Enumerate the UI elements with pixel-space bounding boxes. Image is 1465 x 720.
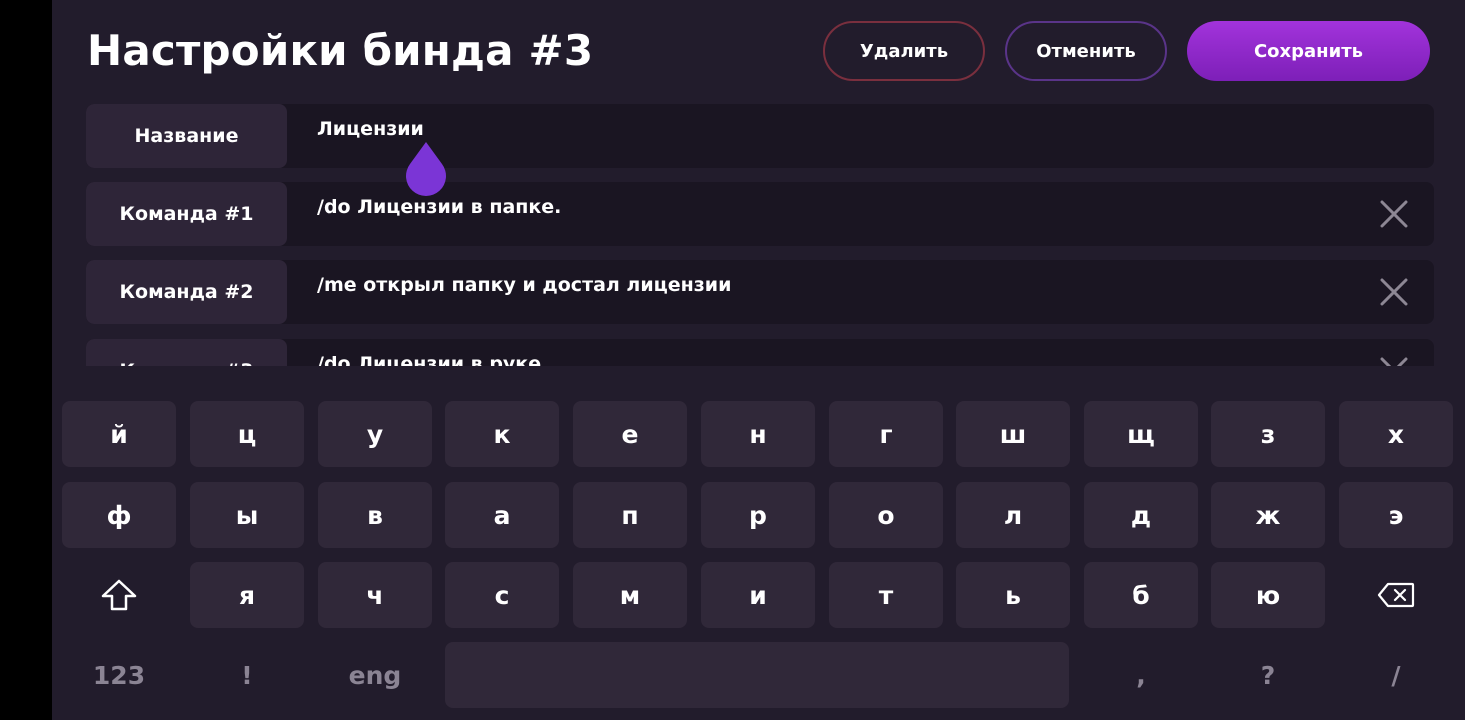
key-т[interactable]: т bbox=[829, 562, 943, 628]
name-field-row[interactable]: Название Лицензии bbox=[86, 104, 1434, 168]
key-з[interactable]: з bbox=[1211, 401, 1325, 467]
key-ю[interactable]: ю bbox=[1211, 562, 1325, 628]
key-м[interactable]: м bbox=[573, 562, 687, 628]
key-и[interactable]: и bbox=[701, 562, 815, 628]
command-2-label: Команда #2 bbox=[86, 260, 287, 324]
delete-button[interactable]: Удалить bbox=[823, 21, 985, 81]
command-row-2[interactable]: Команда #2 /me открыл папку и достал лиц… bbox=[86, 260, 1434, 324]
language-switch-key[interactable]: eng bbox=[318, 642, 432, 708]
bind-fields-list[interactable]: Название Лицензии Команда #1 /do Лицензи… bbox=[86, 104, 1434, 366]
name-field-label: Название bbox=[86, 104, 287, 168]
key-п[interactable]: п bbox=[573, 482, 687, 548]
close-icon[interactable] bbox=[1380, 278, 1408, 306]
shift-key[interactable] bbox=[62, 562, 176, 628]
backspace-key[interactable] bbox=[1339, 562, 1453, 628]
numbers-key[interactable]: 123 bbox=[62, 642, 176, 708]
key-е[interactable]: е bbox=[573, 401, 687, 467]
key-б[interactable]: б bbox=[1084, 562, 1198, 628]
key-щ[interactable]: щ bbox=[1084, 401, 1198, 467]
key-я[interactable]: я bbox=[190, 562, 304, 628]
key-о[interactable]: о bbox=[829, 482, 943, 548]
slash-key[interactable]: / bbox=[1339, 642, 1453, 708]
page-title: Настройки бинда #3 bbox=[87, 26, 594, 75]
key-с[interactable]: с bbox=[445, 562, 559, 628]
exclamation-key[interactable]: ! bbox=[190, 642, 304, 708]
cancel-button[interactable]: Отменить bbox=[1005, 21, 1167, 81]
close-icon[interactable] bbox=[1380, 357, 1408, 366]
key-в[interactable]: в bbox=[318, 482, 432, 548]
command-3-input[interactable]: /do Лицензии в руке. bbox=[317, 353, 548, 366]
key-х[interactable]: х bbox=[1339, 401, 1453, 467]
key-ц[interactable]: ц bbox=[190, 401, 304, 467]
key-к[interactable]: к bbox=[445, 401, 559, 467]
bind-settings-screen: Настройки бинда #3 Удалить Отменить Сохр… bbox=[52, 0, 1465, 720]
on-screen-keyboard: й ц у к е н г ш щ з х ф ы в а п р о л д … bbox=[52, 382, 1465, 720]
key-ш[interactable]: ш bbox=[956, 401, 1070, 467]
space-key[interactable] bbox=[445, 642, 1069, 708]
save-button[interactable]: Сохранить bbox=[1187, 21, 1430, 81]
key-э[interactable]: э bbox=[1339, 482, 1453, 548]
close-icon[interactable] bbox=[1380, 200, 1408, 228]
key-а[interactable]: а bbox=[445, 482, 559, 548]
question-key[interactable]: ? bbox=[1211, 642, 1325, 708]
key-ф[interactable]: ф bbox=[62, 482, 176, 548]
name-field-input[interactable]: Лицензии bbox=[317, 118, 424, 140]
key-р[interactable]: р bbox=[701, 482, 815, 548]
key-й[interactable]: й bbox=[62, 401, 176, 467]
key-л[interactable]: л bbox=[956, 482, 1070, 548]
key-ы[interactable]: ы bbox=[190, 482, 304, 548]
key-г[interactable]: г bbox=[829, 401, 943, 467]
key-д[interactable]: д bbox=[1084, 482, 1198, 548]
command-3-label: Команда #3 bbox=[86, 339, 287, 366]
key-ь[interactable]: ь bbox=[956, 562, 1070, 628]
command-1-input[interactable]: /do Лицензии в папке. bbox=[317, 196, 561, 218]
key-ж[interactable]: ж bbox=[1211, 482, 1325, 548]
command-row-3[interactable]: Команда #3 /do Лицензии в руке. bbox=[86, 339, 1434, 366]
command-1-label: Команда #1 bbox=[86, 182, 287, 246]
text-cursor-handle-icon[interactable] bbox=[404, 142, 448, 196]
key-у[interactable]: у bbox=[318, 401, 432, 467]
command-2-input[interactable]: /me открыл папку и достал лицензии bbox=[317, 274, 731, 296]
backspace-icon bbox=[1377, 582, 1415, 608]
comma-key[interactable]: , bbox=[1084, 642, 1198, 708]
shift-icon bbox=[101, 579, 137, 611]
command-row-1[interactable]: Команда #1 /do Лицензии в папке. bbox=[86, 182, 1434, 246]
key-н[interactable]: н bbox=[701, 401, 815, 467]
key-ч[interactable]: ч bbox=[318, 562, 432, 628]
